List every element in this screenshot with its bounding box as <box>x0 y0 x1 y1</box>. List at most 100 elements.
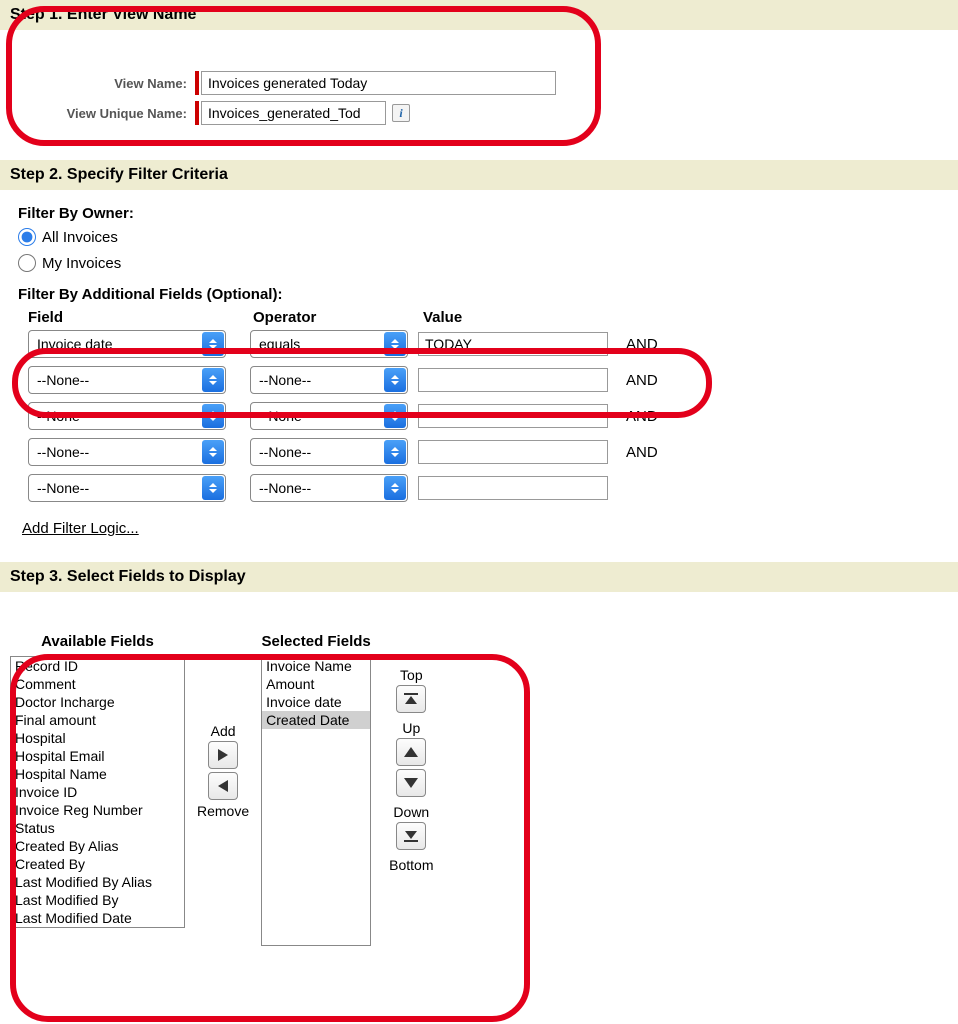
additional-fields-label: Filter By Additional Fields (Optional): <box>18 286 940 303</box>
bottom-button[interactable] <box>396 822 426 850</box>
selected-listbox[interactable]: Invoice NameAmountInvoice dateCreated Da… <box>261 656 371 946</box>
down-label: Down <box>393 804 429 820</box>
select-toggle-icon[interactable] <box>384 404 406 428</box>
and-label: AND <box>626 444 658 461</box>
view-unique-label: View Unique Name: <box>40 106 195 121</box>
filter-row: AND <box>28 366 940 394</box>
filter-field-select[interactable] <box>28 366 226 394</box>
filter-value-input[interactable] <box>418 332 608 356</box>
up-button[interactable] <box>396 738 426 766</box>
available-col: Available Fields Record IDCommentDoctor … <box>10 633 185 928</box>
list-item[interactable]: Hospital <box>11 729 184 747</box>
list-item[interactable]: Invoice ID <box>11 783 184 801</box>
list-item[interactable]: Last Modified By <box>11 891 184 909</box>
owner-all-label: All Invoices <box>42 229 118 246</box>
up-label: Up <box>402 720 420 736</box>
required-bar <box>195 71 199 95</box>
down-button[interactable] <box>396 769 426 797</box>
filter-by-owner-label: Filter By Owner: <box>18 205 940 222</box>
and-label: AND <box>626 372 658 389</box>
filter-table: Field Operator Value AND AND AND AND <box>28 309 940 502</box>
add-remove-buttons: Add Remove <box>197 723 249 821</box>
step2-header: Step 2. Specify Filter Criteria <box>0 160 958 190</box>
remove-label: Remove <box>197 803 249 819</box>
selected-title: Selected Fields <box>262 633 371 650</box>
list-item[interactable]: Created Date <box>262 711 370 729</box>
available-listbox[interactable]: Record IDCommentDoctor InchargeFinal amo… <box>10 656 185 928</box>
add-button[interactable] <box>208 741 238 769</box>
select-toggle-icon[interactable] <box>202 332 224 356</box>
step2-section: Step 2. Specify Filter Criteria Filter B… <box>0 160 958 537</box>
arrow-bottom-icon <box>404 830 418 842</box>
select-toggle-icon[interactable] <box>384 476 406 500</box>
list-item[interactable]: Last Modified By Alias <box>11 873 184 891</box>
view-name-input[interactable] <box>201 71 556 95</box>
view-unique-input[interactable] <box>201 101 386 125</box>
arrow-right-icon <box>218 749 228 761</box>
required-bar <box>195 101 199 125</box>
dual-list: Available Fields Record IDCommentDoctor … <box>0 625 958 954</box>
list-item[interactable]: Invoice Name <box>262 657 370 675</box>
and-label: AND <box>626 408 658 425</box>
filter-field-select[interactable] <box>28 474 226 502</box>
select-toggle-icon[interactable] <box>384 332 406 356</box>
arrow-up-icon <box>404 747 418 757</box>
list-item[interactable]: Last Modified Date <box>11 909 184 927</box>
owner-all-radio[interactable] <box>18 228 36 246</box>
filter-value-input[interactable] <box>418 404 608 428</box>
step1-section: Step 1. Enter View Name View Name: View … <box>0 0 958 125</box>
filter-row <box>28 474 940 502</box>
top-button[interactable] <box>396 685 426 713</box>
col-field: Field <box>28 309 253 326</box>
list-item[interactable]: Created By <box>11 855 184 873</box>
filter-field-select[interactable] <box>28 330 226 358</box>
list-item[interactable]: Status <box>11 819 184 837</box>
filter-row: AND <box>28 438 940 466</box>
list-item[interactable]: Invoice date <box>262 693 370 711</box>
arrow-left-icon <box>218 780 228 792</box>
filter-table-head: Field Operator Value <box>28 309 940 326</box>
arrow-top-icon <box>404 693 418 705</box>
list-item[interactable]: Doctor Incharge <box>11 693 184 711</box>
col-operator: Operator <box>253 309 423 326</box>
select-toggle-icon[interactable] <box>202 368 224 392</box>
available-title: Available Fields <box>41 633 154 650</box>
add-filter-logic-link[interactable]: Add Filter Logic... <box>22 520 139 537</box>
add-label: Add <box>211 723 236 739</box>
filter-row: AND <box>28 330 940 358</box>
select-toggle-icon[interactable] <box>202 440 224 464</box>
list-item[interactable]: Hospital Email <box>11 747 184 765</box>
filter-field-select[interactable] <box>28 402 226 430</box>
remove-button[interactable] <box>208 772 238 800</box>
list-item[interactable]: Comment <box>11 675 184 693</box>
list-item[interactable]: Hospital Name <box>11 765 184 783</box>
step1-header: Step 1. Enter View Name <box>0 0 958 30</box>
arrow-down-icon <box>404 778 418 788</box>
list-item[interactable]: Invoice Reg Number <box>11 801 184 819</box>
filter-value-input[interactable] <box>418 440 608 464</box>
select-toggle-icon[interactable] <box>202 404 224 428</box>
filter-value-input[interactable] <box>418 368 608 392</box>
view-unique-row: View Unique Name: i <box>0 101 958 125</box>
select-toggle-icon[interactable] <box>384 440 406 464</box>
filter-value-input[interactable] <box>418 476 608 500</box>
list-item[interactable]: Amount <box>262 675 370 693</box>
select-toggle-icon[interactable] <box>202 476 224 500</box>
bottom-label: Bottom <box>389 857 433 873</box>
top-label: Top <box>400 667 423 683</box>
selected-col: Selected Fields Invoice NameAmountInvoic… <box>261 633 371 946</box>
step3-section: Step 3. Select Fields to Display Availab… <box>0 562 958 954</box>
step3-header: Step 3. Select Fields to Display <box>0 562 958 592</box>
order-buttons: Top Up Down Bottom <box>389 663 433 875</box>
list-item[interactable]: Created By Alias <box>11 837 184 855</box>
owner-my-label: My Invoices <box>42 255 121 272</box>
select-toggle-icon[interactable] <box>384 368 406 392</box>
owner-my-radio[interactable] <box>18 254 36 272</box>
list-item[interactable]: Record ID <box>11 657 184 675</box>
view-name-label: View Name: <box>40 76 195 91</box>
list-item[interactable]: Final amount <box>11 711 184 729</box>
info-icon[interactable]: i <box>392 104 410 122</box>
and-label: AND <box>626 336 658 353</box>
filter-field-select[interactable] <box>28 438 226 466</box>
col-value: Value <box>423 309 623 326</box>
